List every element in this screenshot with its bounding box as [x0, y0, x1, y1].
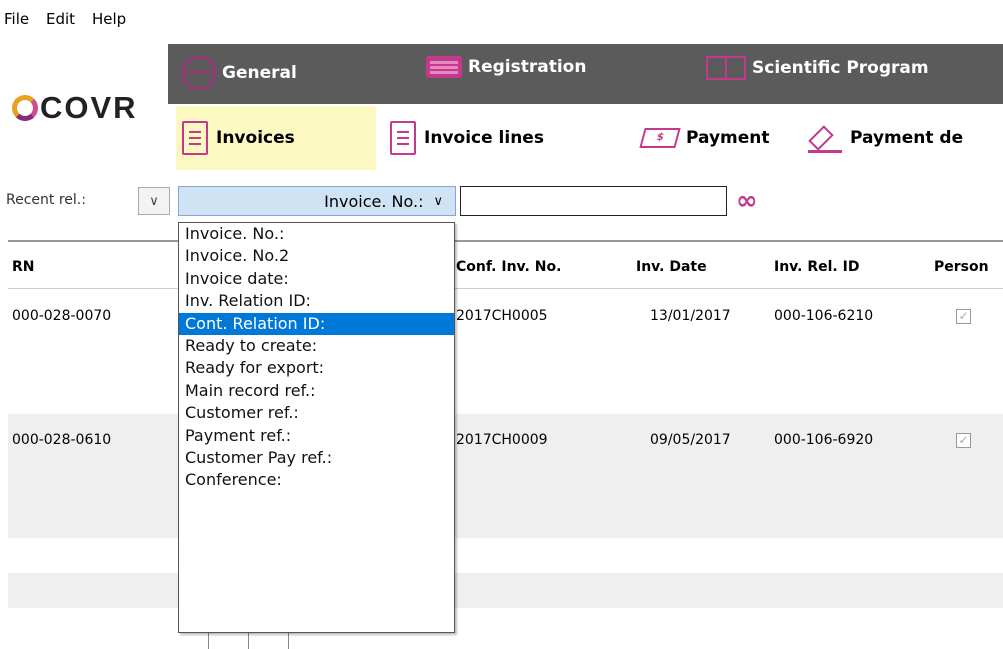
person-checkbox[interactable]: ✓ — [956, 309, 971, 324]
tab-invoices-label: Invoices — [216, 128, 295, 148]
tab-invoices[interactable]: Invoices — [176, 106, 376, 170]
book-icon — [706, 56, 746, 80]
recent-relations-dropdown[interactable]: ∨ — [138, 187, 170, 215]
app-logo: COVR — [12, 90, 138, 126]
tab-payment[interactable]: $ Payment — [639, 106, 770, 170]
search-input[interactable] — [460, 186, 727, 216]
top-nav: General Registration Scientific Program — [168, 44, 1003, 104]
menu-bar: File Edit Help — [0, 0, 1003, 40]
menu-file[interactable]: File — [4, 10, 29, 28]
search-bar: Recent rel.: ∨ Invoice. No.: ∨ ∞ — [0, 178, 1003, 228]
menu-help[interactable]: Help — [92, 10, 126, 28]
logo-ring-icon — [12, 95, 38, 121]
dropdown-option[interactable]: Inv. Relation ID: — [179, 290, 454, 312]
dropdown-option[interactable]: Payment ref.: — [179, 425, 454, 447]
dropdown-option[interactable]: Invoice. No.2 — [179, 245, 454, 267]
table-row[interactable]: 000-028-0610 2017CH0009 09/05/2017 000-1… — [8, 414, 1003, 538]
dropdown-option[interactable]: Main record ref.: — [179, 380, 454, 402]
tab-payment-label: Payment — [686, 128, 770, 148]
chevron-down-icon: ∨ — [149, 193, 159, 209]
invoice-document-icon — [182, 121, 208, 155]
cell-inv-rel-id: 000-106-6920 — [774, 432, 874, 448]
tab-payment-details-label: Payment de — [850, 128, 964, 148]
invoice-lines-icon — [390, 121, 416, 155]
tab-registration[interactable]: Registration — [426, 56, 586, 78]
dropdown-option[interactable]: Ready to create: — [179, 335, 454, 357]
table-row[interactable]: 000-028-0070 2017CH0005 13/01/2017 000-1… — [8, 290, 1003, 414]
recent-relations-label: Recent rel.: — [6, 192, 86, 208]
search-field-select[interactable]: Invoice. No.: ∨ — [178, 186, 456, 216]
logo-text: COVR — [40, 90, 138, 125]
col-inv-rel-id[interactable]: Inv. Rel. ID — [774, 259, 859, 275]
tab-scientific-label: Scientific Program — [752, 58, 929, 78]
dropdown-option[interactable]: Invoice date: — [179, 268, 454, 290]
tab-scientific-program[interactable]: Scientific Program — [706, 56, 929, 80]
menu-edit[interactable]: Edit — [46, 10, 75, 28]
table-row[interactable] — [8, 608, 1003, 649]
globe-icon — [182, 56, 216, 90]
dropdown-option[interactable]: Invoice. No.: — [179, 223, 454, 245]
tab-general-label: General — [222, 63, 297, 83]
cell-rn: 000-028-0610 — [12, 432, 112, 448]
cell-conf-inv-no: 2017CH0005 — [456, 308, 548, 324]
dropdown-option[interactable]: Customer Pay ref.: — [179, 447, 454, 469]
invoice-grid: RN Conf. Inv. No. Inv. Date Inv. Rel. ID… — [8, 240, 1003, 649]
cell-inv-date: 09/05/2017 — [650, 432, 731, 448]
col-person[interactable]: Person — [934, 259, 989, 275]
person-checkbox[interactable]: ✓ — [956, 433, 971, 448]
search-field-value: Invoice. No.: — [324, 191, 424, 211]
search-field-dropdown-list[interactable]: Invoice. No.: Invoice. No.2 Invoice date: I… — [178, 222, 455, 633]
payment-icon: $ — [639, 128, 681, 148]
col-rn[interactable]: RN — [12, 259, 35, 275]
pen-icon — [808, 123, 842, 153]
infinity-icon[interactable]: ∞ — [736, 187, 758, 215]
tab-invoice-lines[interactable]: Invoice lines — [390, 106, 544, 170]
keyboard-icon — [426, 56, 462, 78]
chevron-down-icon: ∨ — [433, 193, 443, 209]
table-row[interactable] — [8, 538, 1003, 573]
cell-inv-date: 13/01/2017 — [650, 308, 731, 324]
col-inv-date[interactable]: Inv. Date — [636, 259, 707, 275]
cell-rn: 000-028-0070 — [12, 308, 112, 324]
cell-conf-inv-no: 2017CH0009 — [456, 432, 548, 448]
dropdown-option[interactable]: Ready for export: — [179, 357, 454, 379]
dropdown-option[interactable]: Cont. Relation ID: — [179, 312, 454, 335]
dropdown-option[interactable]: Conference: — [179, 469, 454, 491]
table-row[interactable] — [8, 573, 1003, 608]
dropdown-option[interactable]: Customer ref.: — [179, 402, 454, 424]
tab-invoice-lines-label: Invoice lines — [424, 128, 544, 148]
grid-header: RN Conf. Inv. No. Inv. Date Inv. Rel. ID… — [8, 242, 1003, 289]
tab-general[interactable]: General — [182, 56, 297, 90]
sub-nav: Invoices Invoice lines $ Payment Payment… — [168, 106, 1003, 170]
tab-registration-label: Registration — [468, 57, 587, 77]
tab-payment-details[interactable]: Payment de — [808, 106, 963, 170]
cell-inv-rel-id: 000-106-6210 — [774, 308, 874, 324]
col-conf-inv-no[interactable]: Conf. Inv. No. — [456, 259, 561, 275]
